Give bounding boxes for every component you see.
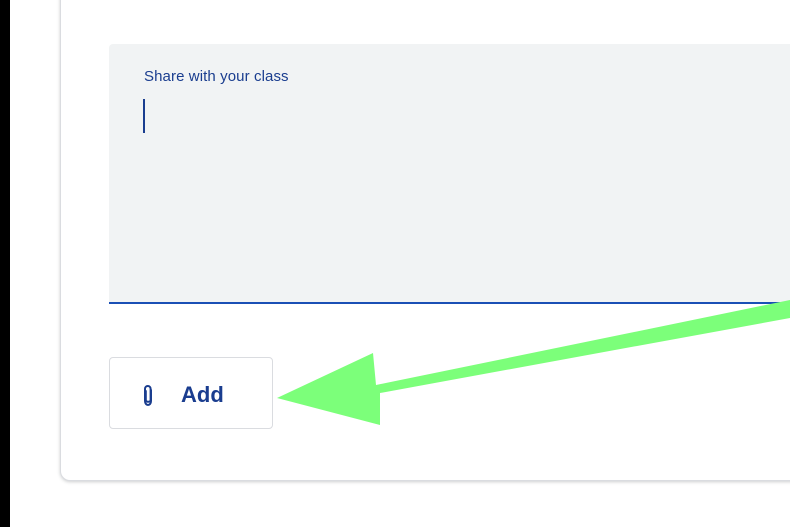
add-button-label: Add [181, 382, 224, 407]
share-with-class-label: Share with your class [144, 68, 289, 85]
screenshot-stage: Share with your class Add [0, 0, 790, 527]
text-cursor [143, 99, 145, 133]
add-attachment-button[interactable]: Add [109, 357, 273, 429]
announcement-text-field[interactable]: Share with your class [109, 44, 790, 304]
paperclip-icon [140, 384, 156, 408]
